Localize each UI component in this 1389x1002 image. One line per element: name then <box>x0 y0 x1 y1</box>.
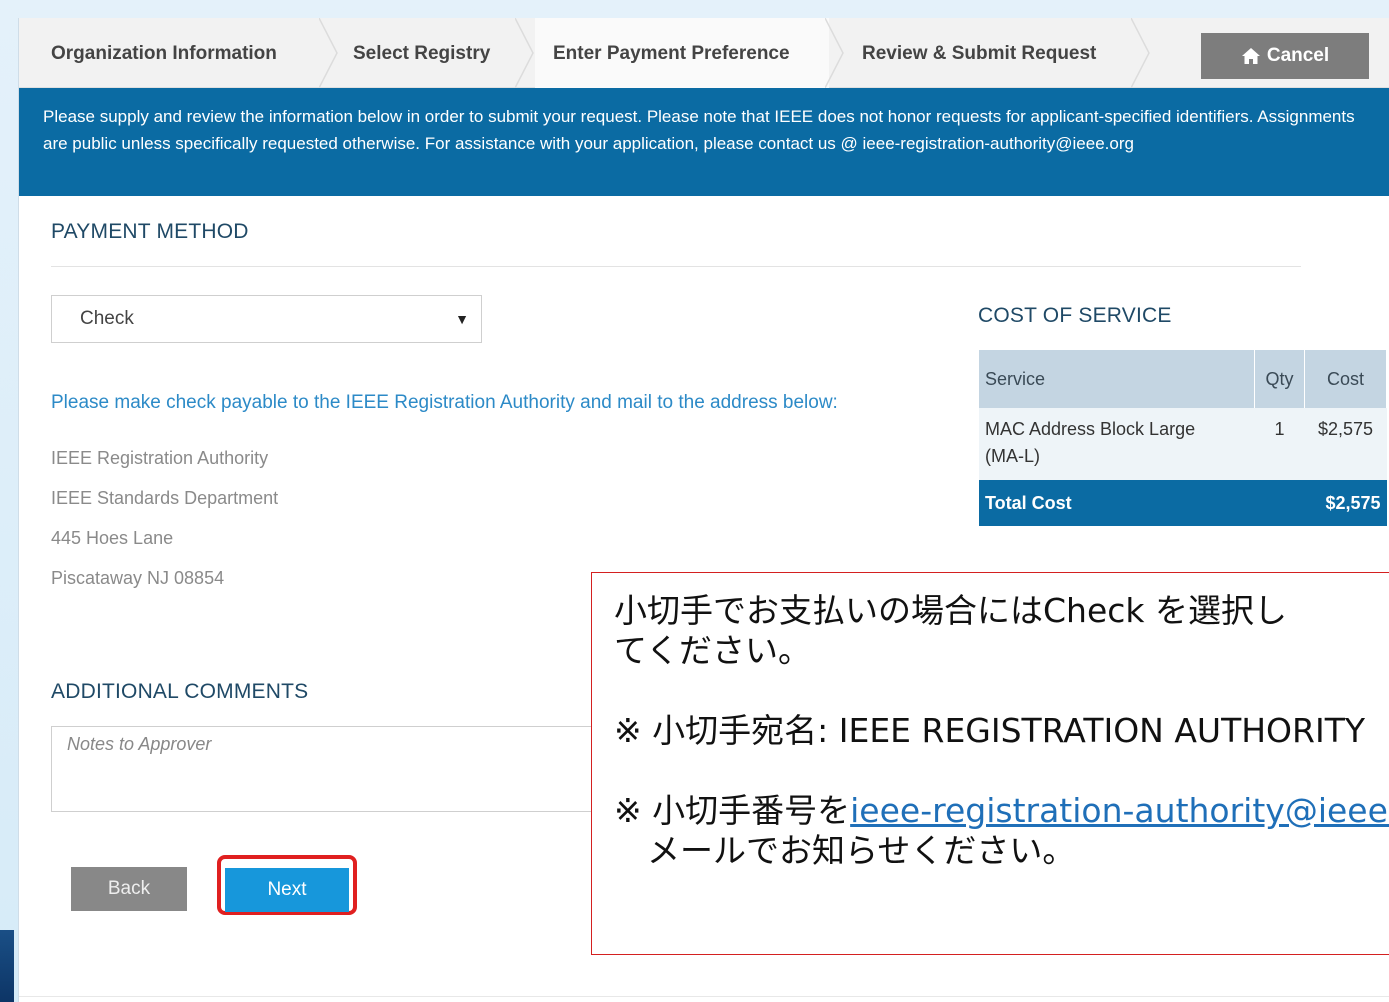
callout-line: てください。 <box>614 631 812 670</box>
total-row: Total Cost $2,575 <box>979 480 1387 526</box>
cost-table: Service Qty Cost MAC Address Block Large… <box>979 350 1387 526</box>
home-icon <box>1241 47 1261 65</box>
total-label: Total Cost <box>979 480 1305 526</box>
cost-table-header: Service Qty Cost <box>979 350 1387 408</box>
cost-cell: $2,575 <box>1304 408 1387 480</box>
step-organization-information[interactable]: Organization Information <box>19 18 335 88</box>
cancel-label: Cancel <box>1266 45 1330 66</box>
next-button[interactable]: Next <box>225 868 349 912</box>
divider <box>19 996 1389 997</box>
step-separator <box>825 18 845 88</box>
column-service: Service <box>979 350 1256 408</box>
additional-comments-heading: ADDITIONAL COMMENTS <box>51 680 309 703</box>
caret-down-icon: ▼ <box>455 311 469 327</box>
info-banner: Please supply and review the information… <box>19 88 1389 196</box>
step-review-submit-request[interactable]: Review & Submit Request <box>845 18 1135 88</box>
payment-method-heading: PAYMENT METHOD <box>51 220 249 243</box>
payment-method-select[interactable]: Check ▼ <box>51 295 482 343</box>
wizard-steps: Organization Information Select Registry… <box>19 18 1389 88</box>
table-row: MAC Address Block Large (MA-L) 1 $2,575 <box>979 408 1387 480</box>
qty-cell: 1 <box>1254 408 1305 480</box>
email-link[interactable]: ieee-registration-authority@ieee.org <box>850 791 1389 830</box>
back-button[interactable]: Back <box>71 867 187 911</box>
check-instruction: Please make check payable to the IEEE Re… <box>51 392 838 413</box>
column-qty: Qty <box>1254 350 1306 408</box>
callout-line: ※ 小切手宛名: IEEE REGISTRATION AUTHORITY <box>614 711 1366 750</box>
address-line: IEEE Standards Department <box>51 488 279 508</box>
address-line: 445 Hoes Lane <box>51 528 174 548</box>
callout-line: ※ 小切手番号をieee-registration-authority@ieee… <box>614 791 1389 831</box>
background-accent <box>0 930 14 1002</box>
callout-line: メールでお知らせください。 <box>614 831 1076 870</box>
cancel-button[interactable]: Cancel <box>1201 33 1369 79</box>
step-enter-payment-preference[interactable]: Enter Payment Preference <box>535 18 829 88</box>
divider <box>51 266 1301 267</box>
step-select-registry[interactable]: Select Registry <box>339 18 535 88</box>
column-cost: Cost <box>1304 350 1387 408</box>
cost-of-service-heading: COST OF SERVICE <box>978 304 1172 327</box>
callout-text: ※ 小切手番号を <box>614 791 851 830</box>
address-line: Piscataway NJ 08854 <box>51 568 225 588</box>
step-separator <box>1131 18 1151 88</box>
instruction-callout: 小切手でお支払いの場合にはCheck を選択し てください。 ※ 小切手宛名: … <box>591 572 1389 955</box>
service-cell: MAC Address Block Large (MA-L) <box>979 408 1255 480</box>
service-name: MAC Address Block Large <box>985 419 1196 439</box>
step-separator <box>515 18 535 88</box>
address-line: IEEE Registration Authority <box>51 448 269 468</box>
callout-line: 小切手でお支払いの場合にはCheck を選択し <box>614 591 1288 630</box>
notes-placeholder: Notes to Approver <box>67 734 212 754</box>
registration-form-card: Organization Information Select Registry… <box>18 18 1389 1002</box>
step-separator <box>319 18 339 88</box>
service-code: (MA-L) <box>985 446 1040 466</box>
payment-method-value: Check <box>80 308 134 329</box>
total-value: $2,575 <box>1304 480 1387 526</box>
notes-textarea[interactable]: Notes to Approver <box>51 726 611 812</box>
